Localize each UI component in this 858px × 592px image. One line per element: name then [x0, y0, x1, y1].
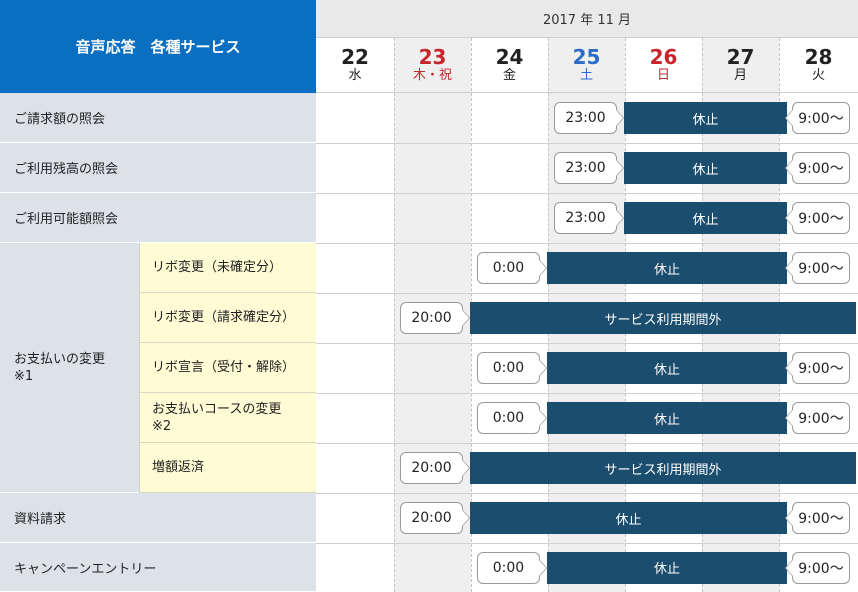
group-label-payment-change: お支払いの変更 ※1: [0, 243, 140, 493]
start-arrow-fill: [539, 360, 546, 376]
resume-arrow-fill: [786, 210, 793, 226]
row-divider: [316, 493, 858, 494]
resume-time-box: 9:00～: [792, 202, 850, 234]
day-name: 火: [811, 68, 825, 83]
resume-time-box: 9:00～: [792, 252, 850, 284]
start-arrow-fill: [539, 559, 546, 576]
row-label: 増額返済: [140, 443, 316, 493]
day-name: 水: [348, 68, 362, 83]
day-name: 月: [733, 68, 747, 83]
schedule-table: 音声応答 各種サービス 2017 年 11 月 22 水 23 木・祝 24 金 25 土 26…: [0, 0, 858, 592]
day-header: 24 金: [471, 38, 548, 93]
row-label: ご請求額の照会: [0, 93, 316, 143]
row-divider: [316, 293, 858, 294]
start-time-box: 23:00: [554, 202, 617, 234]
start-time-box: 20:00: [400, 302, 463, 334]
start-time-box: 20:00: [400, 502, 463, 534]
start-arrow-fill: [616, 160, 623, 176]
status-bar: 休止: [547, 551, 787, 584]
start-time-box: 20:00: [400, 452, 463, 484]
service-title: 音声応答 各種サービス: [0, 0, 316, 93]
day-number: 22: [341, 45, 369, 69]
day-name: 金: [502, 68, 516, 83]
day-number: 27: [726, 45, 755, 69]
status-bar: 休止: [547, 352, 787, 384]
day-header: 23 木・祝: [394, 38, 471, 93]
resume-arrow-fill: [786, 510, 793, 526]
column-divider: [394, 38, 395, 592]
row-divider: [316, 143, 858, 144]
day-number: 26: [649, 45, 678, 69]
resume-time-box: 9:00～: [792, 102, 850, 134]
resume-time-box: 9:00～: [792, 402, 850, 434]
resume-time-box: 9:00～: [792, 502, 850, 534]
day-number: 28: [804, 45, 833, 69]
start-arrow-fill: [539, 410, 546, 426]
status-bar: 休止: [470, 502, 787, 534]
day-header: 25 土: [548, 38, 625, 93]
resume-arrow-fill: [786, 110, 793, 126]
start-time-box: 0:00: [477, 352, 540, 384]
day-name: 木・祝: [412, 68, 452, 83]
month-label: 2017 年 11 月: [316, 0, 858, 38]
status-bar: 休止: [624, 152, 787, 184]
start-time-box: 0:00: [477, 252, 540, 284]
day-column-bg: [316, 38, 394, 592]
start-arrow-fill: [462, 310, 469, 326]
row-divider: [316, 393, 858, 394]
resume-arrow-fill: [786, 260, 793, 276]
day-header: 26 日: [625, 38, 702, 93]
row-divider: [316, 243, 858, 244]
start-arrow-fill: [616, 110, 623, 126]
day-name: 土: [579, 68, 593, 83]
day-number: 24: [495, 45, 524, 69]
row-label: リボ変更（請求確定分）: [140, 293, 316, 343]
start-arrow-fill: [539, 260, 546, 276]
resume-time-box: 9:00～: [792, 551, 850, 584]
resume-arrow-fill: [786, 160, 793, 176]
resume-arrow-fill: [786, 360, 793, 376]
day-header: 27 月: [702, 38, 779, 93]
resume-time-box: 9:00～: [792, 152, 850, 184]
start-time-box: 23:00: [554, 102, 617, 134]
day-header: 22 水: [316, 38, 394, 93]
status-bar: 休止: [547, 252, 787, 284]
status-bar: 休止: [624, 102, 787, 134]
row-label: リボ変更（未確定分）: [140, 243, 316, 293]
resume-time-box: 9:00～: [792, 352, 850, 384]
row-label: ご利用残高の照会: [0, 143, 316, 193]
status-bar: サービス利用期間外: [470, 452, 856, 484]
start-arrow-fill: [616, 210, 623, 226]
start-time-box: 0:00: [477, 402, 540, 434]
status-bar: 休止: [547, 402, 787, 434]
row-divider: [316, 443, 858, 444]
status-bar: 休止: [624, 202, 787, 234]
start-time-box: 0:00: [477, 551, 540, 584]
group-divider: [139, 243, 140, 493]
day-number: 25: [572, 45, 601, 69]
row-divider: [316, 343, 858, 344]
day-number: 23: [418, 45, 447, 69]
start-arrow-fill: [462, 460, 469, 476]
row-label: ご利用可能額照会: [0, 193, 316, 243]
resume-arrow-fill: [786, 559, 793, 576]
day-header: 28 火: [779, 38, 858, 93]
row-divider: [316, 193, 858, 194]
start-arrow-fill: [462, 510, 469, 526]
start-time-box: 23:00: [554, 152, 617, 184]
row-label: お支払いコースの変更 ※2: [140, 393, 316, 443]
row-label: キャンペーンエントリー: [0, 543, 316, 592]
status-bar: サービス利用期間外: [470, 302, 856, 334]
row-label: 資料請求: [0, 493, 316, 543]
row-label: リボ宣言（受付・解除）: [140, 343, 316, 393]
resume-arrow-fill: [786, 410, 793, 426]
row-divider: [316, 543, 858, 544]
day-name: 日: [656, 68, 670, 83]
